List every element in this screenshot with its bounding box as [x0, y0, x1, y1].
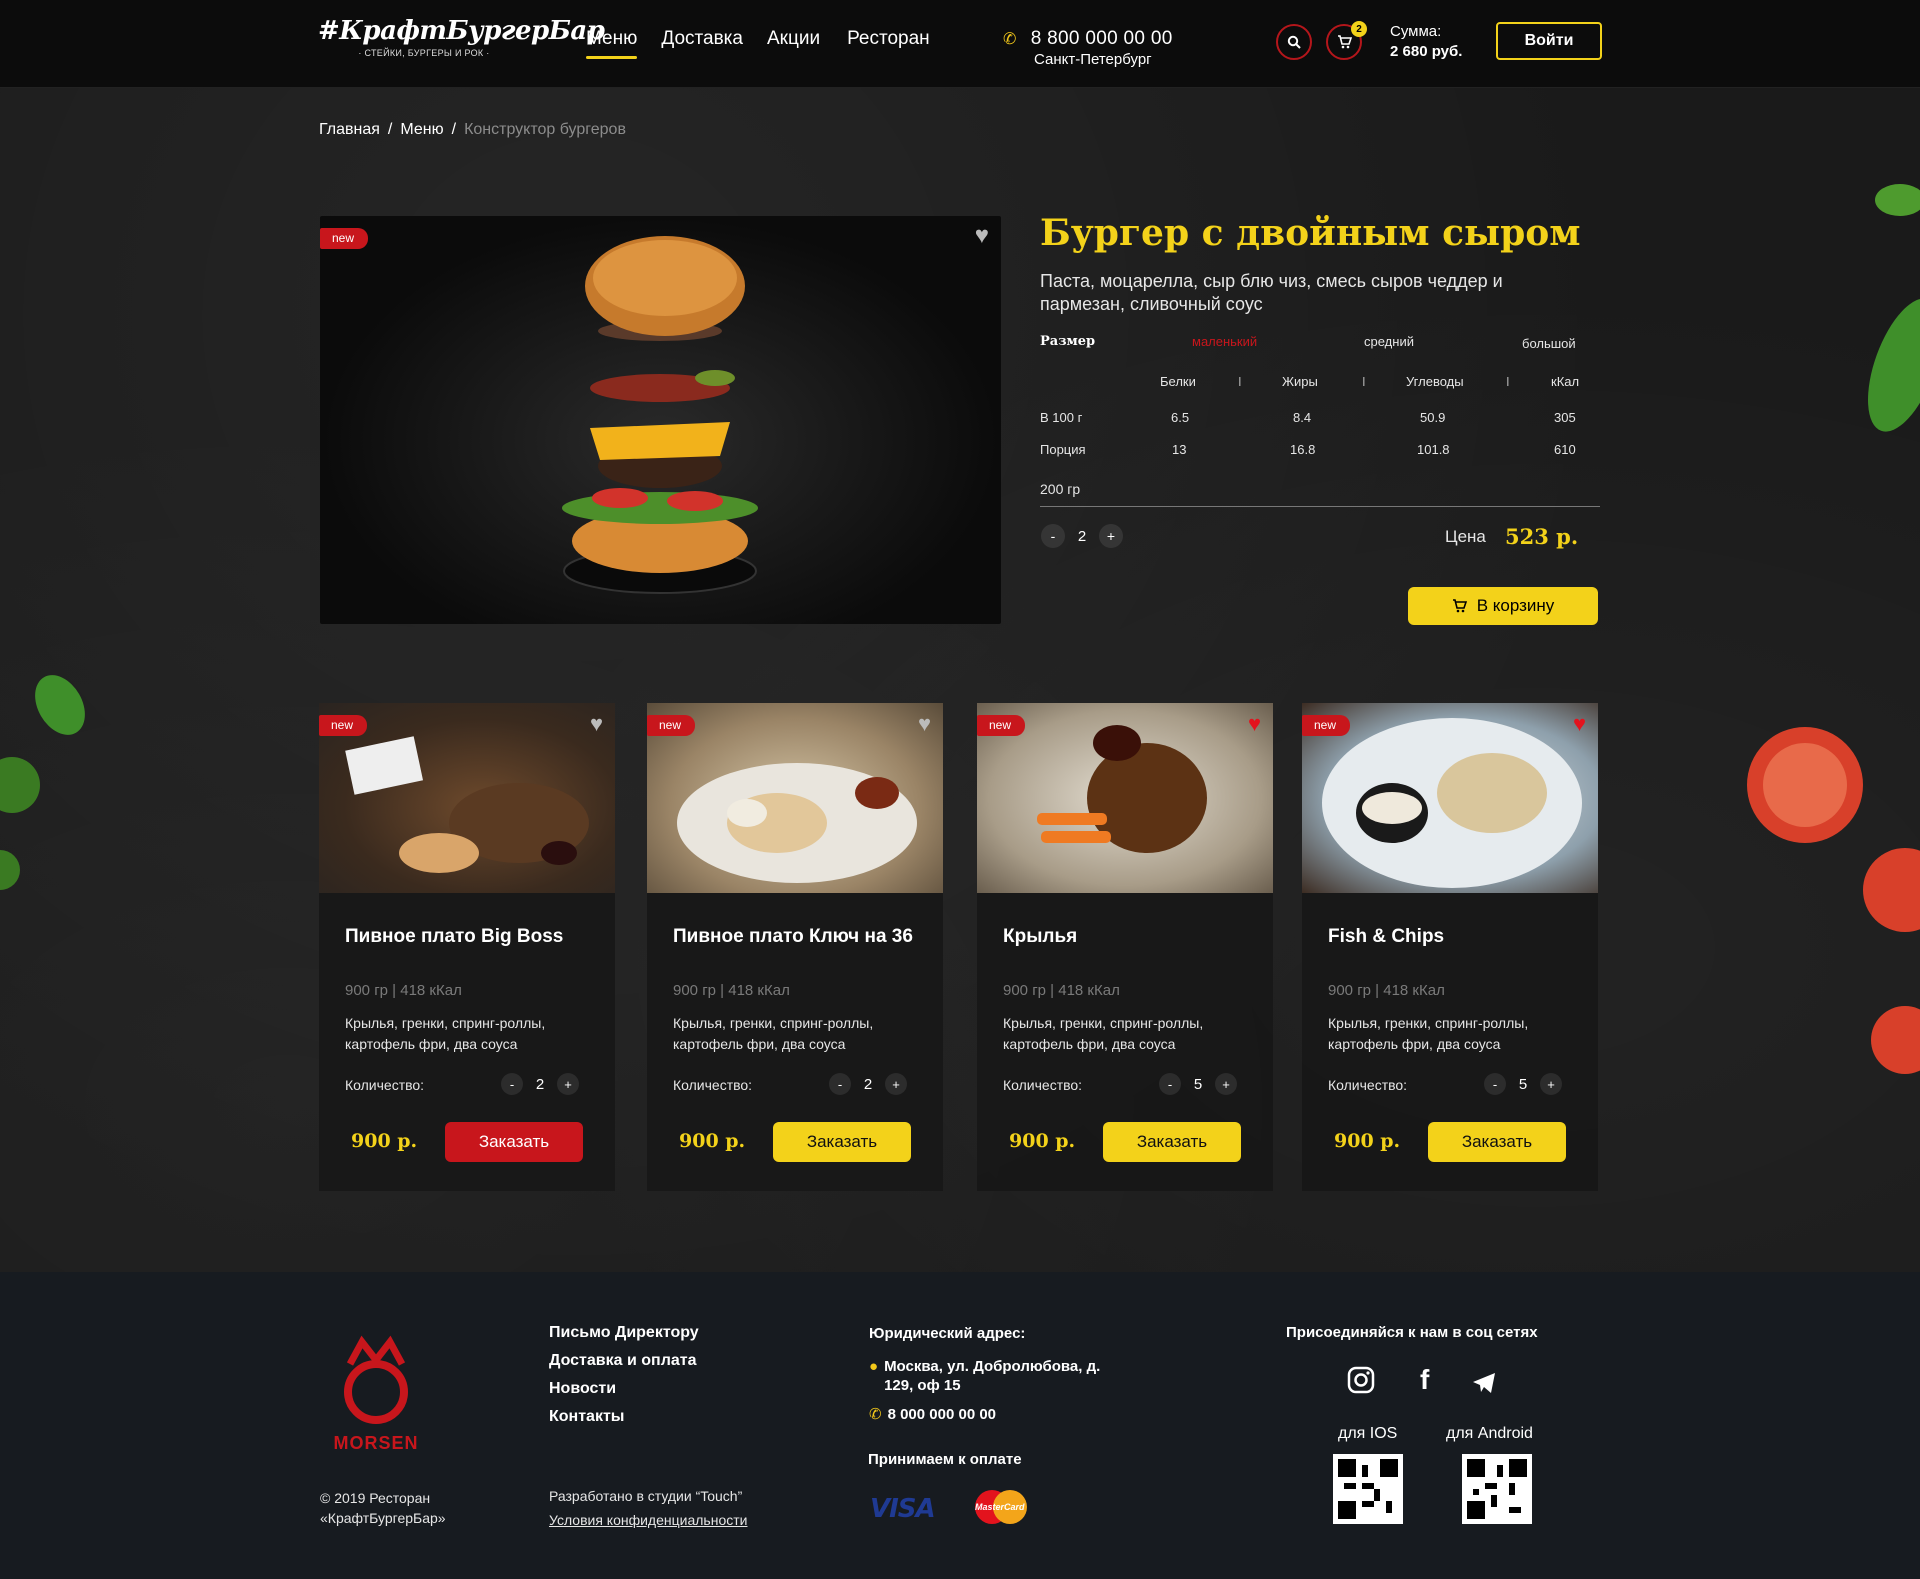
- copyright: © 2019 Ресторан «КрафтБургерБар»: [320, 1490, 446, 1526]
- instagram-icon[interactable]: [1347, 1366, 1375, 1401]
- footer-link[interactable]: Доставка и оплата: [549, 1352, 699, 1370]
- privacy-link[interactable]: Условия конфиденциальности: [549, 1508, 747, 1532]
- qr-icon: [1467, 1459, 1527, 1519]
- facebook-icon[interactable]: f: [1420, 1364, 1429, 1396]
- footer-link[interactable]: Контакты: [549, 1408, 699, 1426]
- location-pin-icon: ●: [869, 1358, 879, 1375]
- footer: [0, 1272, 1920, 1579]
- morsen-text: MORSEN: [333, 1433, 419, 1453]
- social-label: Присоединяйся к нам в соц сетях: [1286, 1324, 1538, 1341]
- morsen-mark: [344, 1335, 408, 1424]
- address-block: Юридический адрес: ● Москва, ул. Добролюб…: [869, 1324, 1114, 1424]
- address-label: Юридический адрес:: [869, 1325, 1026, 1342]
- footer-link[interactable]: Новости: [549, 1380, 699, 1398]
- phone-icon: ✆: [869, 1406, 882, 1423]
- footer-links: Письмо Директору Доставка и оплата Новос…: [549, 1324, 699, 1436]
- morsen-logo[interactable]: MORSEN: [320, 1334, 432, 1454]
- studio-credit: Разработано в студии “Touch” Условия кон…: [549, 1484, 747, 1532]
- studio-text[interactable]: Разработано в студии “Touch”: [549, 1484, 747, 1508]
- footer-phone[interactable]: 8 000 000 00 00: [888, 1405, 996, 1424]
- android-qr-code[interactable]: [1462, 1454, 1532, 1524]
- payment-label: Принимаем к оплате: [868, 1451, 1022, 1468]
- android-label: для Android: [1446, 1425, 1533, 1442]
- footer-link[interactable]: Письмо Директору: [549, 1324, 699, 1342]
- visa-logo: VISA: [870, 1494, 936, 1524]
- qr-icon: [1338, 1459, 1398, 1519]
- telegram-icon[interactable]: [1472, 1370, 1496, 1401]
- ios-label: для IOS: [1338, 1425, 1398, 1442]
- ios-qr-code[interactable]: [1333, 1454, 1403, 1524]
- mastercard-logo: MasterCard: [970, 1489, 1032, 1525]
- address-text: Москва, ул. Добролюбова, д. 129, оф 15: [884, 1358, 1101, 1394]
- mastercard-text: MasterCard: [975, 1502, 1025, 1512]
